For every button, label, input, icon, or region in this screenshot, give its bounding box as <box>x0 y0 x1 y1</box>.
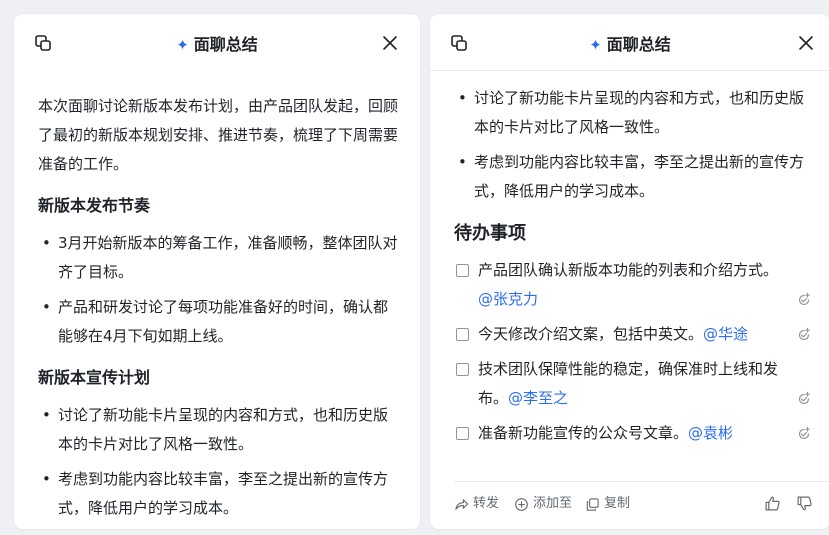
close-icon[interactable] <box>380 33 400 53</box>
add-to-button[interactable]: 添加至 <box>514 496 572 512</box>
panel-title: 面聊总结 <box>606 35 671 54</box>
forward-label: 转发 <box>473 496 500 511</box>
summary-panel-left: ✦ 面聊总结 本次面聊讨论新版本发布计划，由产品团队发起，回顾了最初的新版本规划安… <box>14 14 420 529</box>
list-item: • 讨论了新功能卡片呈现的内容和方式，也和历史版本的卡片对比了风格一致性。 <box>458 89 805 136</box>
share-arrow-icon <box>455 498 469 510</box>
todo-checkbox[interactable] <box>456 328 469 341</box>
header-divider <box>430 70 829 71</box>
todo-checkbox[interactable] <box>456 264 469 277</box>
add-to-label: 添加至 <box>533 496 573 511</box>
bullet-list: • 3月开始新版本的筹备工作，准备顺畅，整体团队对齐了目标。 • 产品和研发讨论了每… <box>38 229 400 351</box>
thumbs-up-icon[interactable] <box>764 495 781 512</box>
list-item-text: 3月开始新版本的筹备工作，准备顺畅，整体团队对齐了目标。 <box>58 234 398 281</box>
list-item-text: 产品和研发讨论了每项功能准备好的时间，确认都能够在4月下旬如期上线。 <box>58 298 389 345</box>
copy-button[interactable]: 复制 <box>585 496 630 512</box>
todo-list: 产品团队确认新版本功能的列表和介绍方式。 @张克力 今天修改介绍文案，包括中英文。… <box>454 256 814 448</box>
section-title: 新版本宣传计划 <box>38 368 151 387</box>
list-item: • 考虑到功能内容比较丰富，李至之提出新的宣传方式，降低用户的学习成本。 <box>458 153 805 200</box>
task-action-icon[interactable] <box>796 426 812 442</box>
todo-assignee[interactable]: @张克力 <box>478 290 538 308</box>
task-action-icon[interactable] <box>796 292 812 308</box>
todo-item: 技术团队保障性能的稳定，确保准时上线和发布。@李至之 <box>454 355 814 413</box>
task-action-icon[interactable] <box>796 327 812 343</box>
section-title: 新版本发布节奏 <box>38 196 151 215</box>
summary-body-scroll[interactable]: • 讨论了新功能卡片呈现的内容和方式，也和历史版本的卡片对比了风格一致性。 • 考虑… <box>454 84 814 448</box>
panel-header: ✦ 面聊总结 <box>14 14 420 72</box>
list-item-text: 考虑到功能内容比较丰富，李至之提出新的宣传方式，降低用户的学习成本。 <box>474 153 805 200</box>
todo-checkbox[interactable] <box>456 427 469 440</box>
todo-item: 今天修改介绍文案，包括中英文。@华途 <box>454 320 814 349</box>
todo-item: 产品团队确认新版本功能的列表和介绍方式。 @张克力 <box>454 256 814 314</box>
footer-divider <box>454 481 829 482</box>
todo-checkbox[interactable] <box>456 363 469 376</box>
panel-header: ✦ 面聊总结 <box>430 14 829 72</box>
panel-title: 面聊总结 <box>193 35 258 54</box>
add-circle-icon <box>515 497 528 511</box>
panel-title-wrap: ✦ 面聊总结 <box>14 31 420 55</box>
list-item: • 产品和研发讨论了每项功能准备好的时间，确认都能够在4月下旬如期上线。 <box>42 298 389 345</box>
bullet-list: • 讨论了新功能卡片呈现的内容和方式，也和历史版本的卡片对比了风格一致性。 • 考虑… <box>38 401 400 523</box>
task-action-icon[interactable] <box>796 391 812 407</box>
panel-title-wrap: ✦ 面聊总结 <box>430 31 829 55</box>
todo-text: 产品团队确认新版本功能的列表和介绍方式。 <box>478 261 779 279</box>
list-item: • 讨论了新功能卡片呈现的内容和方式，也和历史版本的卡片对比了风格一致性。 <box>42 406 389 453</box>
todo-text: 今天修改介绍文案，包括中英文。 <box>478 325 704 343</box>
todo-section-title: 待办事项 <box>454 223 526 244</box>
list-item-text: 讨论了新功能卡片呈现的内容和方式，也和历史版本的卡片对比了风格一致性。 <box>58 406 389 453</box>
copy-label: 复制 <box>604 496 631 511</box>
list-item: • 3月开始新版本的筹备工作，准备顺畅，整体团队对齐了目标。 <box>42 234 398 281</box>
todo-text: 准备新功能宣传的公众号文章。 <box>478 424 689 442</box>
thumbs-down-icon[interactable] <box>796 495 813 512</box>
todo-assignee[interactable]: @李至之 <box>508 389 568 407</box>
close-icon[interactable] <box>796 33 816 53</box>
panel-footer: 转发 添加至 复制 <box>430 481 829 529</box>
sparkle-icon: ✦ <box>176 36 189 54</box>
list-item-text: 讨论了新功能卡片呈现的内容和方式，也和历史版本的卡片对比了风格一致性。 <box>474 89 805 136</box>
copy-icon <box>586 497 599 511</box>
summary-panel-right: ✦ 面聊总结 • 讨论了新功能卡片呈现的内容和方式，也和历史版本的卡片对比了风格一致… <box>430 14 829 529</box>
summary-body: 本次面聊讨论新版本发布计划，由产品团队发起，回顾了最初的新版本规划安排、推进节奏… <box>38 92 400 523</box>
todo-assignee[interactable]: @袁彬 <box>688 424 733 442</box>
list-item: • 考虑到功能内容比较丰富，李至之提出新的宣传方式，降低用户的学习成本。 <box>42 470 389 517</box>
list-item-text: 考虑到功能内容比较丰富，李至之提出新的宣传方式，降低用户的学习成本。 <box>58 470 389 517</box>
todo-item: 准备新功能宣传的公众号文章。@袁彬 <box>454 419 814 448</box>
todo-assignee[interactable]: @华途 <box>703 325 748 343</box>
forward-button[interactable]: 转发 <box>454 496 499 512</box>
sparkle-icon: ✦ <box>589 36 602 54</box>
summary-intro: 本次面聊讨论新版本发布计划，由产品团队发起，回顾了最初的新版本规划安排、推进节奏… <box>38 97 399 173</box>
